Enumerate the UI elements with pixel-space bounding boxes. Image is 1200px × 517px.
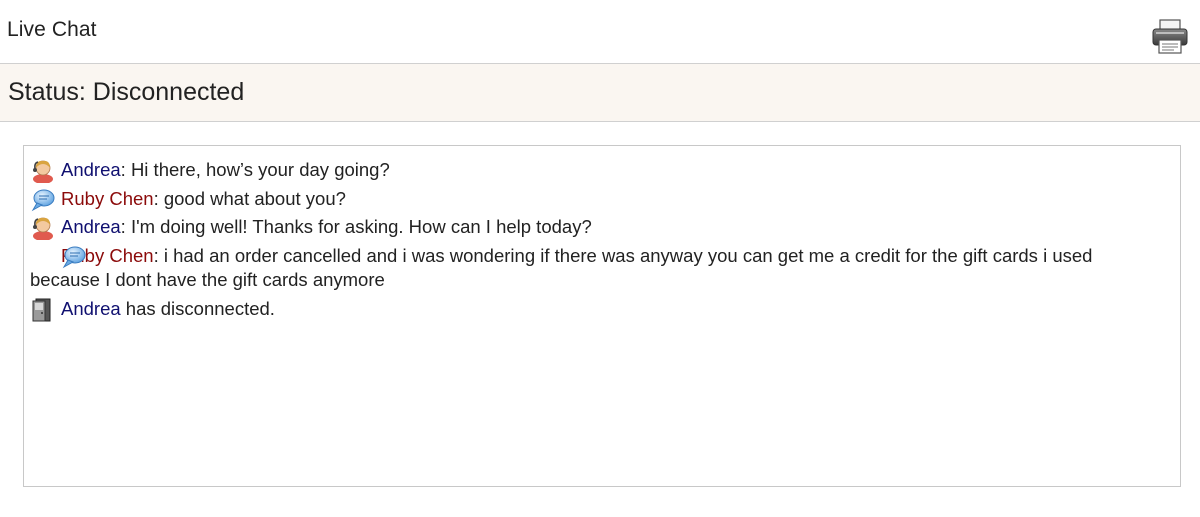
message-text: i had an order cancelled and i was wonde… xyxy=(30,244,1093,291)
chat-message: Ruby Chen: good what about you? xyxy=(24,187,1180,212)
message-separator: : xyxy=(120,216,131,237)
status-bar: Status: Disconnected xyxy=(0,64,1200,122)
message-text: has disconnected. xyxy=(125,297,275,319)
message-separator: : xyxy=(120,159,131,180)
message-text: Hi there, how’s your day going? xyxy=(130,159,390,180)
message-text: I'm doing well! Thanks for asking. How c… xyxy=(130,216,592,237)
message-text: good what about you? xyxy=(163,187,346,209)
window-title: Live Chat xyxy=(7,18,97,41)
chat-header: Live Chat xyxy=(0,0,1200,64)
message-author: Andrea xyxy=(61,159,121,180)
message-author: Andrea xyxy=(61,216,121,237)
chat-message: Andrea: I'm doing well! Thanks for askin… xyxy=(24,215,1180,241)
chat-message: Ruby Chen: i had an order cancelled and … xyxy=(24,244,1180,293)
chat-transcript[interactable]: Andrea: Hi there, how’s your day going? R… xyxy=(23,145,1181,487)
message-author: Andrea xyxy=(61,297,121,319)
disconnect-door-icon xyxy=(30,298,56,322)
message-author: Ruby Chen xyxy=(61,187,154,209)
chat-message: Andrea: Hi there, how’s your day going? xyxy=(24,158,1180,184)
message-separator: : xyxy=(153,244,164,266)
chat-message: Andrea has disconnected. xyxy=(24,297,1180,322)
agent-avatar-icon xyxy=(30,216,56,241)
agent-avatar-icon xyxy=(30,159,56,184)
connection-status: Status: Disconnected xyxy=(8,78,245,106)
printer-icon[interactable] xyxy=(1150,18,1190,56)
chat-bubble-icon xyxy=(30,245,86,269)
message-separator: : xyxy=(153,187,164,209)
chat-bubble-icon xyxy=(30,188,56,212)
message-list: Andrea: Hi there, how’s your day going? R… xyxy=(24,158,1180,321)
